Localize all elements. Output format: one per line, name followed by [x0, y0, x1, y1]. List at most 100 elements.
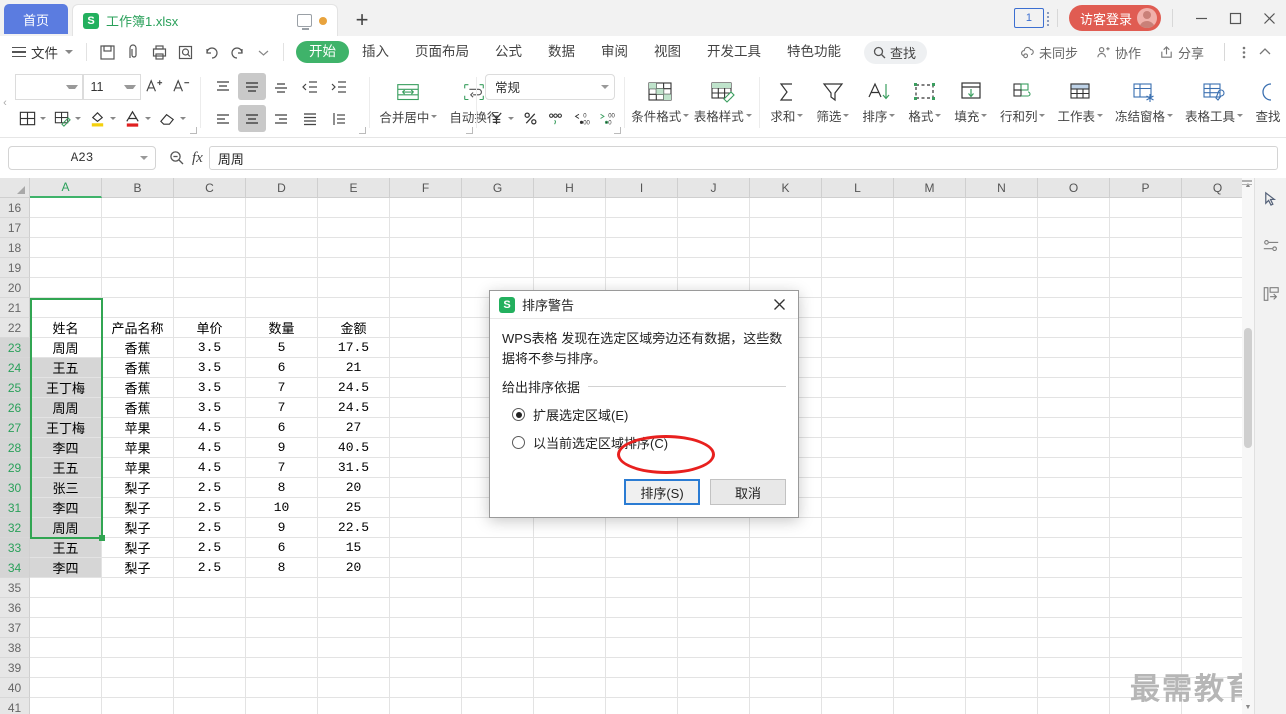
cell-G40[interactable] [462, 678, 534, 698]
cell-I41[interactable] [606, 698, 678, 714]
cell-E30[interactable]: 20 [318, 478, 390, 498]
cell-B28[interactable]: 苹果 [102, 438, 174, 458]
cell-F23[interactable] [390, 338, 462, 358]
more-vertical-icon[interactable] [1236, 45, 1252, 60]
cell-O34[interactable] [1038, 558, 1110, 578]
cell-K17[interactable] [750, 218, 822, 238]
cell-L33[interactable] [822, 538, 894, 558]
cell-N22[interactable] [966, 318, 1038, 338]
cell-G35[interactable] [462, 578, 534, 598]
cell-P24[interactable] [1110, 358, 1182, 378]
cell-A37[interactable] [30, 618, 102, 638]
cell-M25[interactable] [894, 378, 966, 398]
row-header-24[interactable]: 24 [0, 358, 30, 378]
cell-I16[interactable] [606, 198, 678, 218]
cell-P39[interactable] [1110, 658, 1182, 678]
cell-N39[interactable] [966, 658, 1038, 678]
undo-icon[interactable] [198, 39, 224, 65]
fill-button[interactable]: 填充 [948, 74, 994, 132]
tab-review[interactable]: 审阅 [588, 41, 641, 63]
cell-D34[interactable]: 8 [246, 558, 318, 578]
cell-F33[interactable] [390, 538, 462, 558]
cell-P22[interactable] [1110, 318, 1182, 338]
filter-button[interactable]: 筛选 [810, 74, 856, 132]
cell-H35[interactable] [534, 578, 606, 598]
cell-M36[interactable] [894, 598, 966, 618]
cell-E35[interactable] [318, 578, 390, 598]
font-size-select[interactable]: 11 [82, 73, 141, 100]
cell-B25[interactable]: 香蕉 [102, 378, 174, 398]
cell-G39[interactable] [462, 658, 534, 678]
cell-L27[interactable] [822, 418, 894, 438]
cell-D27[interactable]: 6 [246, 418, 318, 438]
cell-A19[interactable] [30, 258, 102, 278]
cell-K41[interactable] [750, 698, 822, 714]
cell-O20[interactable] [1038, 278, 1110, 298]
cell-E16[interactable] [318, 198, 390, 218]
cell-B33[interactable]: 梨子 [102, 538, 174, 558]
cell-A40[interactable] [30, 678, 102, 698]
cell-G36[interactable] [462, 598, 534, 618]
justify-icon[interactable] [296, 105, 324, 132]
cell-N40[interactable] [966, 678, 1038, 698]
document-count-badge[interactable]: 1 [1013, 8, 1049, 28]
cell-F38[interactable] [390, 638, 462, 658]
cell-A41[interactable] [30, 698, 102, 714]
cell-F16[interactable] [390, 198, 462, 218]
layout-icon[interactable] [1259, 282, 1283, 306]
cell-J41[interactable] [678, 698, 750, 714]
cell-D36[interactable] [246, 598, 318, 618]
cell-F32[interactable] [390, 518, 462, 538]
cell-C40[interactable] [174, 678, 246, 698]
cell-A29[interactable]: 王五 [30, 458, 102, 478]
cell-P27[interactable] [1110, 418, 1182, 438]
cell-E21[interactable] [318, 298, 390, 318]
cell-C33[interactable]: 2.5 [174, 538, 246, 558]
cell-N28[interactable] [966, 438, 1038, 458]
cell-K18[interactable] [750, 238, 822, 258]
cell-E34[interactable]: 20 [318, 558, 390, 578]
merge-dialog-launcher[interactable] [465, 127, 473, 134]
cell-K35[interactable] [750, 578, 822, 598]
cell-B26[interactable]: 香蕉 [102, 398, 174, 418]
align-right-icon[interactable] [267, 105, 295, 132]
row-header-37[interactable]: 37 [0, 618, 30, 638]
cell-C34[interactable]: 2.5 [174, 558, 246, 578]
column-header-A[interactable]: A [30, 178, 102, 198]
cell-N20[interactable] [966, 278, 1038, 298]
cell-L29[interactable] [822, 458, 894, 478]
cell-P30[interactable] [1110, 478, 1182, 498]
cell-G33[interactable] [462, 538, 534, 558]
cell-N26[interactable] [966, 398, 1038, 418]
cell-P16[interactable] [1110, 198, 1182, 218]
cell-O35[interactable] [1038, 578, 1110, 598]
cell-O17[interactable] [1038, 218, 1110, 238]
increase-indent-icon[interactable] [325, 73, 353, 100]
cell-F25[interactable] [390, 378, 462, 398]
cell-F22[interactable] [390, 318, 462, 338]
cell-style-button[interactable] [50, 105, 84, 132]
cell-K37[interactable] [750, 618, 822, 638]
cell-H41[interactable] [534, 698, 606, 714]
merge-center-button[interactable]: 合并居中 [373, 74, 443, 132]
cell-C31[interactable]: 2.5 [174, 498, 246, 518]
cell-C39[interactable] [174, 658, 246, 678]
cell-N19[interactable] [966, 258, 1038, 278]
column-header-O[interactable]: O [1038, 178, 1110, 198]
cell-H16[interactable] [534, 198, 606, 218]
guest-login-button[interactable]: 访客登录 [1068, 5, 1161, 31]
cell-N32[interactable] [966, 518, 1038, 538]
cell-F39[interactable] [390, 658, 462, 678]
cell-L34[interactable] [822, 558, 894, 578]
cell-A38[interactable] [30, 638, 102, 658]
dialog-close-icon[interactable] [766, 293, 792, 317]
cell-K36[interactable] [750, 598, 822, 618]
cell-M19[interactable] [894, 258, 966, 278]
cell-O33[interactable] [1038, 538, 1110, 558]
cell-J17[interactable] [678, 218, 750, 238]
cell-F40[interactable] [390, 678, 462, 698]
row-header-36[interactable]: 36 [0, 598, 30, 618]
radio-button-icon[interactable] [512, 436, 525, 449]
cell-L17[interactable] [822, 218, 894, 238]
decrease-decimal-icon[interactable]: 0 00 [569, 105, 594, 132]
